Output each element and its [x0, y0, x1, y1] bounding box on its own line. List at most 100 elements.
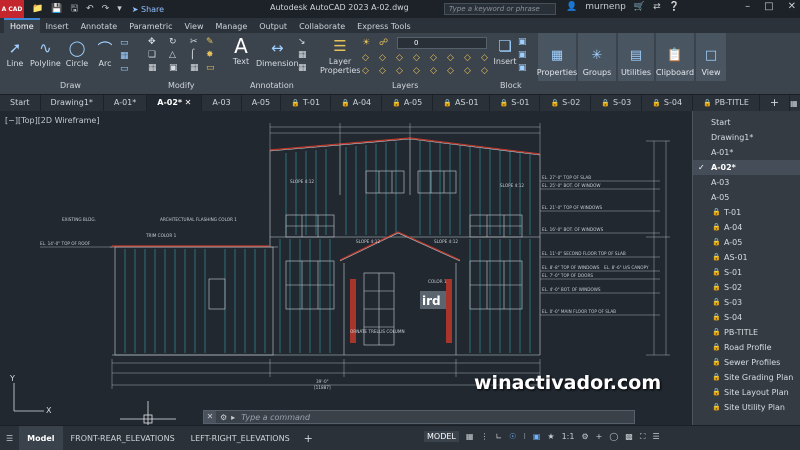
layout-list-item[interactable]: 🔒 S-03	[693, 295, 800, 310]
layout-list-item[interactable]: 🔒 Sewer Profiles	[693, 355, 800, 370]
layout-list-item[interactable]: 🔒 AS-01	[693, 250, 800, 265]
snap-icon[interactable]: ⋮	[480, 432, 488, 441]
hatch-icon[interactable]: ▦	[120, 51, 132, 61]
menu-icon[interactable]: ☰	[0, 434, 19, 443]
file-tab[interactable]: 🔒 A-05	[382, 95, 434, 111]
customize-icon[interactable]: ☰	[652, 432, 659, 441]
maximize-icon[interactable]: □	[764, 1, 773, 12]
tab-front-rear-elevations[interactable]: FRONT-REAR_ELEVATIONS	[63, 426, 183, 450]
tab-manage[interactable]: Manage	[210, 20, 254, 33]
rectangle-icon[interactable]: ▭	[120, 38, 132, 48]
layout-list-item[interactable]: 🔒 A-04	[693, 220, 800, 235]
move-icon[interactable]: ✥	[148, 37, 166, 47]
layer-dropdown[interactable]: 0	[397, 37, 487, 49]
add-layout-icon[interactable]: +	[304, 432, 313, 445]
dropdown-arrow-icon[interactable]: ▾	[115, 4, 124, 14]
layout-list-item[interactable]: 🔒 Site Utility Plan	[693, 400, 800, 415]
erase-icon[interactable]: ✎	[206, 37, 220, 47]
groups-button[interactable]: ✳ Groups	[578, 33, 616, 81]
file-tab[interactable]: 🔒 T-01	[281, 95, 332, 111]
layout-list-item[interactable]: A-03	[693, 175, 800, 190]
leader-icon[interactable]: ↘	[298, 37, 310, 47]
boundary-icon[interactable]: ▭	[120, 64, 132, 74]
file-tab[interactable]: 🔒 S-01	[490, 95, 541, 111]
close-tab-icon[interactable]: ✕	[182, 98, 192, 107]
rotate-icon[interactable]: ↻	[169, 37, 187, 47]
tab-insert[interactable]: Insert	[40, 20, 75, 33]
grid-icon[interactable]: ▦	[466, 432, 474, 441]
add-icon[interactable]: +	[596, 432, 603, 441]
create-block-icon[interactable]: ▣	[518, 37, 530, 47]
line-tool[interactable]: ➚ Line	[2, 37, 28, 68]
explode-icon[interactable]: ✸	[206, 50, 220, 60]
layout-list-item[interactable]: 🔒 PB-TITLE	[693, 325, 800, 340]
help-icon[interactable]: ❔	[669, 2, 680, 12]
tab-model[interactable]: Model	[19, 425, 63, 450]
file-tab[interactable]: 🔒 AS-01	[433, 95, 490, 111]
file-tab[interactable]: 🔒 S-03	[591, 95, 643, 111]
command-input[interactable]: Type a command	[241, 413, 310, 422]
properties-button[interactable]: ▦ Properties	[537, 33, 577, 81]
layer-properties-tool[interactable]: ☰ Layer Properties	[320, 35, 360, 75]
layer-tool-icon[interactable]: ◇	[362, 53, 376, 63]
layout-list-item[interactable]: 🔒 Site Layout Plan	[693, 385, 800, 400]
insert-block-tool[interactable]: ❏ Insert	[492, 35, 518, 66]
tab-express-tools[interactable]: Express Tools	[351, 20, 417, 33]
layout-list-item[interactable]: 🔒 Site Grading Plan	[693, 370, 800, 385]
edit-block-icon[interactable]: ▣	[518, 50, 530, 60]
layout-list-item[interactable]: 🔒 Road Profile	[693, 340, 800, 355]
minimize-icon[interactable]: –	[745, 1, 750, 12]
copy-icon[interactable]: ❏	[148, 50, 166, 60]
close-icon[interactable]: ✕	[788, 1, 796, 12]
share-button[interactable]: ➤ Share	[132, 5, 164, 14]
layer-tool-icon[interactable]: ◇	[362, 66, 376, 76]
layer-tool-icon[interactable]: ◇	[413, 66, 427, 76]
layer-tool-icon[interactable]: ◇	[430, 66, 444, 76]
user-name[interactable]: murnenp	[585, 2, 626, 12]
utilities-button[interactable]: ▤ Utilities	[618, 33, 654, 81]
open-icon[interactable]: 📁	[30, 4, 45, 14]
layout-list-item[interactable]: 🔒 T-01	[693, 205, 800, 220]
offset-icon[interactable]: ▭	[206, 63, 220, 73]
layout-list-item[interactable]: 🔒 S-02	[693, 280, 800, 295]
layer-tool-icon[interactable]: ◇	[481, 66, 495, 76]
undo-icon[interactable]: ↶	[84, 4, 96, 14]
annotation-scale-icon[interactable]: 1:1	[562, 432, 575, 441]
file-tab[interactable]: Drawing1*	[41, 95, 104, 111]
layer-on-icon[interactable]: ☀	[362, 38, 376, 48]
stretch-icon[interactable]: ▦	[148, 63, 166, 73]
file-tab[interactable]: A-05	[242, 95, 282, 111]
autocad-logo-icon[interactable]: A CAD	[0, 0, 24, 18]
settings-icon[interactable]: ⚙	[581, 432, 588, 441]
object-snap-icon[interactable]: ▣	[533, 432, 541, 441]
layout-list-item[interactable]: ✓ A-02*	[693, 160, 800, 175]
file-tab[interactable]: 🔒 S-04	[642, 95, 694, 111]
user-icon[interactable]: 👤	[566, 2, 577, 12]
annotation-panel-label[interactable]: Annotation	[250, 81, 294, 90]
table-icon[interactable]: ▦	[298, 50, 310, 60]
tab-collaborate[interactable]: Collaborate	[293, 20, 351, 33]
layer-tool-icon[interactable]: ◇	[464, 66, 478, 76]
redo-icon[interactable]: ↷	[100, 4, 112, 14]
layer-tool-icon[interactable]: ◇	[396, 66, 410, 76]
layer-tool-icon[interactable]: ◇	[430, 53, 444, 63]
block-panel-label[interactable]: Block	[500, 81, 522, 90]
isolate-icon[interactable]: ◯	[609, 432, 618, 441]
draw-panel-label[interactable]: Draw	[60, 81, 81, 90]
cart-icon[interactable]: 🛒	[634, 2, 645, 12]
markup-icon[interactable]: ▦	[298, 63, 310, 73]
search-input[interactable]: Type a keyword or phrase	[444, 3, 556, 15]
tab-annotate[interactable]: Annotate	[75, 20, 124, 33]
polar-icon[interactable]: ☉	[509, 432, 516, 441]
layer-tool-icon[interactable]: ◇	[396, 53, 410, 63]
file-tab[interactable]: 🔒 S-02	[540, 95, 592, 111]
scale-icon[interactable]: ▣	[169, 63, 187, 73]
close-command-icon[interactable]: ✕	[204, 411, 216, 423]
circle-tool[interactable]: ◯ Circle	[64, 37, 90, 68]
tab-view[interactable]: View	[179, 20, 210, 33]
command-line[interactable]: ✕ ⚙ ▸ Type a command	[203, 410, 635, 424]
block-attribute-icon[interactable]: ▣	[518, 63, 530, 73]
file-tab[interactable]: 🔒 PB-TITLE	[693, 95, 760, 111]
layer-tool-icon[interactable]: ◇	[379, 53, 393, 63]
file-tab[interactable]: 🔒 A-04	[331, 95, 383, 111]
